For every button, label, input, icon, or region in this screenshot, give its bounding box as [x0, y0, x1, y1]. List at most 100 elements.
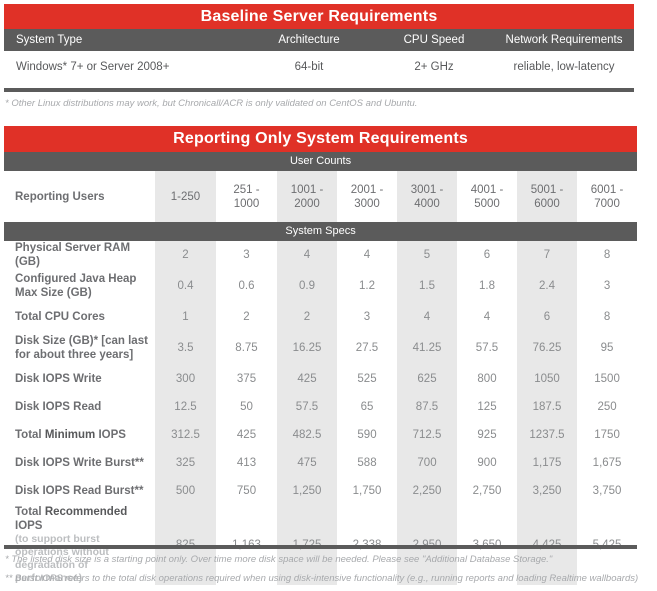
user-count-line-a: 251 -	[233, 183, 260, 196]
data-cell: 3	[337, 303, 397, 331]
user-count-line-b: 1000	[233, 197, 260, 210]
user-count-line-a: 2001 -	[350, 183, 384, 196]
table-row: Physical Server RAM (GB) 2 3 4 4 5 6 7 8	[4, 241, 638, 269]
data-cell: 3	[216, 241, 277, 269]
table-row: Disk IOPS Write Burst** 325 413 475 588 700 90…	[4, 449, 638, 477]
data-cell: 1.8	[457, 269, 517, 303]
data-cell: 312.5	[155, 421, 216, 449]
user-count-col-5: 3001 - 4000	[397, 171, 457, 222]
data-cell: 2,250	[397, 477, 457, 505]
data-cell: 6	[517, 303, 577, 331]
data-cell: 3,250	[517, 477, 577, 505]
user-count-line-a: 6001 -	[590, 183, 624, 196]
band-system-specs: System Specs	[4, 222, 638, 241]
data-cell: 425	[277, 365, 337, 393]
data-cell: 7	[517, 241, 577, 269]
user-count-line-b: 6000	[534, 197, 560, 210]
data-cell: 187.5	[517, 393, 577, 421]
data-cell: 16.25	[277, 331, 337, 365]
data-cell: 700	[397, 449, 457, 477]
data-cell: 0.9	[277, 269, 337, 303]
data-cell: 712.5	[397, 421, 457, 449]
table-row: Disk IOPS Read 12.5 50 57.5 65 87.5 125 187.5 25…	[4, 393, 638, 421]
table-row: Total Minimum IOPS 312.5 425 482.5 590 712.5 9…	[4, 421, 638, 449]
band-user-counts: User Counts	[4, 152, 638, 171]
data-cell: 50	[216, 393, 277, 421]
table2-user-counts-band-row: User Counts	[4, 152, 638, 171]
data-cell: 1750	[577, 421, 638, 449]
reporting-users-label: Reporting Users	[4, 171, 155, 222]
user-count-col-8: 6001 - 7000	[577, 171, 638, 222]
data-cell: 900	[457, 449, 517, 477]
data-cell: 1.5	[397, 269, 457, 303]
data-cell: 87.5	[397, 393, 457, 421]
table-row: Disk IOPS Write 300 375 425 525 625 800 1050 150…	[4, 365, 638, 393]
table2-title-row: Reporting Only System Requirements	[4, 126, 638, 152]
row-label: Total Minimum IOPS	[4, 421, 155, 449]
data-cell: 1050	[517, 365, 577, 393]
data-cell: 800	[457, 365, 517, 393]
data-cell: 3	[577, 269, 638, 303]
data-cell: 57.5	[277, 393, 337, 421]
table1-cell-network: reliable, low-latency	[494, 51, 635, 82]
data-cell: 3,750	[577, 477, 638, 505]
data-cell: 57.5	[457, 331, 517, 365]
data-cell: 0.6	[216, 269, 277, 303]
table-row: Disk IOPS Read Burst** 500 750 1,250 1,750 2,…	[4, 477, 638, 505]
data-cell: 4	[277, 241, 337, 269]
data-cell: 65	[337, 393, 397, 421]
data-cell: 2	[216, 303, 277, 331]
table1-cell-architecture: 64-bit	[244, 51, 374, 82]
row-label-emphasis: Minimum	[44, 429, 96, 441]
table2-body: Physical Server RAM (GB) 2 3 4 4 5 6 7 8 Configur…	[4, 241, 638, 585]
data-cell: 27.5	[337, 331, 397, 365]
user-count-line-b: 3000	[354, 197, 380, 210]
row-label: Disk IOPS Read	[4, 393, 155, 421]
data-cell: 125	[457, 393, 517, 421]
data-cell: 76.25	[517, 331, 577, 365]
table2-title: Reporting Only System Requirements	[4, 126, 638, 152]
row-label: Disk IOPS Write	[4, 365, 155, 393]
data-cell: 1.2	[337, 269, 397, 303]
user-count-line-a: 5001 -	[530, 183, 564, 196]
user-count-col-2: 251 - 1000	[216, 171, 277, 222]
data-cell: 8.75	[216, 331, 277, 365]
data-cell: 425	[216, 421, 277, 449]
user-count-line-a: 1001 -	[290, 183, 324, 196]
data-cell: 5	[397, 241, 457, 269]
user-count-line-b: 5000	[474, 197, 500, 210]
data-cell: 750	[216, 477, 277, 505]
data-cell: 3.5	[155, 331, 216, 365]
data-cell: 375	[216, 365, 277, 393]
data-cell: 525	[337, 365, 397, 393]
data-cell: 250	[577, 393, 638, 421]
data-cell: 95	[577, 331, 638, 365]
row-label: Disk Size (GB)* [can last for about thre…	[4, 331, 155, 365]
user-count-col-7: 5001 - 6000	[517, 171, 577, 222]
row-label: Total CPU Cores	[4, 303, 155, 331]
table1-bottom-rule	[4, 88, 634, 92]
data-cell: 2.4	[517, 269, 577, 303]
data-cell: 4	[337, 241, 397, 269]
user-count-line-b: 4000	[414, 197, 440, 210]
table2-system-specs-band-row: System Specs	[4, 222, 638, 241]
data-cell: 413	[216, 449, 277, 477]
table-row: Disk Size (GB)* [can last for about thre…	[4, 331, 638, 365]
table1-header-row: System Type Architecture CPU Speed Netwo…	[4, 29, 635, 51]
table1-header-network-requirements: Network Requirements	[494, 29, 635, 51]
row-label-emphasis: Recommended	[44, 506, 128, 518]
data-cell: 1,675	[577, 449, 638, 477]
data-cell: 41.25	[397, 331, 457, 365]
data-cell: 925	[457, 421, 517, 449]
data-cell: 475	[277, 449, 337, 477]
user-count-line-a: 3001 -	[410, 183, 444, 196]
table2-footnote-1: * The listed disk size is a starting poi…	[5, 554, 553, 565]
table1-header-cpu-speed: CPU Speed	[374, 29, 494, 51]
data-cell: 1,250	[277, 477, 337, 505]
table1-footnote: * Other Linux distributions may work, bu…	[5, 98, 418, 109]
table-row: Windows* 7+ or Server 2008+ 64-bit 2+ GH…	[4, 51, 635, 82]
table1-cell-system-type: Windows* 7+ or Server 2008+	[4, 51, 244, 82]
row-label: Disk IOPS Write Burst**	[4, 449, 155, 477]
data-cell: 6	[457, 241, 517, 269]
table1-title: Baseline Server Requirements	[4, 4, 635, 29]
